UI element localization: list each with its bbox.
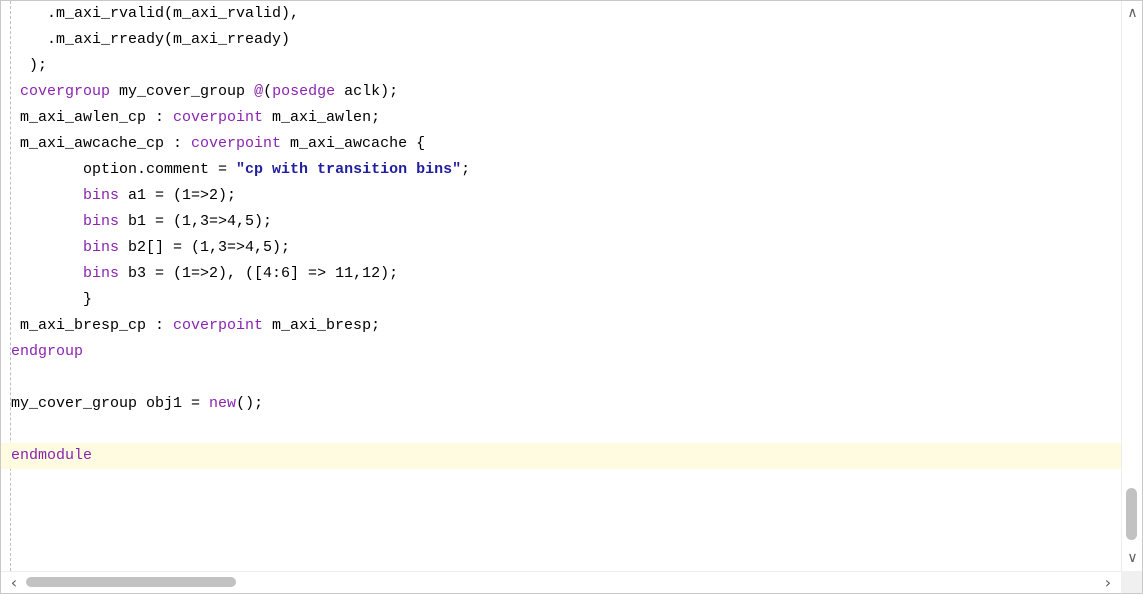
code-keyword: bins <box>83 239 120 256</box>
code-area[interactable]: .m_axi_rvalid(m_axi_rvalid), .m_axi_rrea… <box>1 1 1121 571</box>
code-line-content: my_cover_group obj1 = new(); <box>1 395 263 412</box>
code-line[interactable]: endmodule <box>1 443 1121 469</box>
code-editor[interactable]: .m_axi_rvalid(m_axi_rvalid), .m_axi_rrea… <box>0 0 1143 594</box>
vertical-scrollbar[interactable]: ∧ ∨ <box>1121 1 1142 571</box>
scrollbar-corner <box>1121 571 1142 593</box>
code-text: ( <box>263 83 273 100</box>
code-line-content: bins b3 = (1=>2), ([4:6] => 11,12); <box>1 265 398 282</box>
code-keyword: bins <box>83 265 120 282</box>
code-keyword: coverpoint <box>173 317 264 334</box>
code-text: m_axi_awcache { <box>281 135 426 152</box>
code-line[interactable]: m_axi_awlen_cp : coverpoint m_axi_awlen; <box>1 105 1121 131</box>
chevron-down-icon[interactable]: ∨ <box>1122 548 1142 569</box>
code-line[interactable]: m_axi_bresp_cp : coverpoint m_axi_bresp; <box>1 313 1121 339</box>
code-line-content <box>1 421 11 438</box>
code-line[interactable]: .m_axi_rready(m_axi_rready) <box>1 27 1121 53</box>
code-text: m_axi_awlen_cp : <box>11 109 174 126</box>
code-string: "cp with transition bins" <box>236 161 462 178</box>
code-text: m_axi_bresp_cp : <box>11 317 174 334</box>
code-text: b3 = (1=>2), ([4:6] => 11,12); <box>119 265 399 282</box>
code-line-content <box>1 369 11 386</box>
code-line[interactable]: bins a1 = (1=>2); <box>1 183 1121 209</box>
code-text: aclk); <box>335 83 399 100</box>
code-keyword: endmodule <box>11 447 93 464</box>
code-line-content: .m_axi_rready(m_axi_rready) <box>1 31 290 48</box>
code-line[interactable]: .m_axi_rvalid(m_axi_rvalid), <box>1 1 1121 27</box>
code-line-content: bins b1 = (1,3=>4,5); <box>1 213 272 230</box>
code-keyword: coverpoint <box>191 135 282 152</box>
code-keyword: coverpoint <box>173 109 264 126</box>
code-line-content: ); <box>1 57 47 74</box>
code-text: b2[] = (1,3=>4,5); <box>119 239 291 256</box>
code-line[interactable]: ); <box>1 53 1121 79</box>
code-keyword: covergroup <box>11 83 111 100</box>
code-text: m_axi_bresp; <box>263 317 381 334</box>
code-keyword: bins <box>83 187 120 204</box>
code-line[interactable]: m_axi_awcache_cp : coverpoint m_axi_awca… <box>1 131 1121 157</box>
code-line-content: m_axi_bresp_cp : coverpoint m_axi_bresp; <box>1 317 380 334</box>
code-line-content: option.comment = "cp with transition bin… <box>1 161 470 178</box>
code-text: option.comment = <box>11 161 237 178</box>
code-keyword: endgroup <box>11 343 84 360</box>
code-text: .m_axi_rready(m_axi_rready) <box>11 31 291 48</box>
code-line-content: bins a1 = (1=>2); <box>1 187 236 204</box>
code-line-content: endgroup <box>1 343 83 360</box>
code-line[interactable]: } <box>1 287 1121 313</box>
horizontal-scroll-thumb[interactable] <box>26 577 236 587</box>
code-text: m_axi_awcache_cp : <box>11 135 192 152</box>
code-text: .m_axi_rvalid(m_axi_rvalid), <box>11 5 300 22</box>
code-line[interactable]: bins b3 = (1=>2), ([4:6] => 11,12); <box>1 261 1121 287</box>
code-keyword: posedge <box>272 83 336 100</box>
code-text: my_cover_group <box>110 83 255 100</box>
code-line-content: bins b2[] = (1,3=>4,5); <box>1 239 290 256</box>
chevron-right-icon[interactable]: › <box>1097 572 1119 593</box>
code-text: ); <box>11 57 48 74</box>
code-line-content: endmodule <box>1 447 92 464</box>
code-line[interactable]: covergroup my_cover_group @(posedge aclk… <box>1 79 1121 105</box>
code-text: a1 = (1=>2); <box>119 187 237 204</box>
code-line[interactable] <box>1 365 1121 391</box>
chevron-left-icon[interactable]: ‹ <box>3 572 25 593</box>
code-line[interactable]: bins b2[] = (1,3=>4,5); <box>1 235 1121 261</box>
code-keyword: bins <box>83 213 120 230</box>
vertical-scroll-thumb[interactable] <box>1126 488 1137 540</box>
chevron-up-icon[interactable]: ∧ <box>1122 3 1142 24</box>
code-line[interactable]: bins b1 = (1,3=>4,5); <box>1 209 1121 235</box>
code-text: my_cover_group obj1 = <box>11 395 210 412</box>
code-keyword: @ <box>254 83 264 100</box>
code-line-content: m_axi_awcache_cp : coverpoint m_axi_awca… <box>1 135 425 152</box>
code-line-content: m_axi_awlen_cp : coverpoint m_axi_awlen; <box>1 109 380 126</box>
code-line[interactable]: option.comment = "cp with transition bin… <box>1 157 1121 183</box>
code-text: } <box>11 291 93 308</box>
code-text: (); <box>236 395 264 412</box>
code-text: m_axi_awlen; <box>263 109 381 126</box>
code-text: ; <box>461 161 471 178</box>
code-line[interactable] <box>1 417 1121 443</box>
code-line[interactable]: my_cover_group obj1 = new(); <box>1 391 1121 417</box>
code-keyword: new <box>209 395 237 412</box>
code-line-content: .m_axi_rvalid(m_axi_rvalid), <box>1 5 299 22</box>
code-line-content: } <box>1 291 92 308</box>
code-line-content: covergroup my_cover_group @(posedge aclk… <box>1 83 398 100</box>
horizontal-scrollbar[interactable]: ‹ › <box>1 571 1121 593</box>
code-line[interactable]: endgroup <box>1 339 1121 365</box>
code-text: b1 = (1,3=>4,5); <box>119 213 273 230</box>
